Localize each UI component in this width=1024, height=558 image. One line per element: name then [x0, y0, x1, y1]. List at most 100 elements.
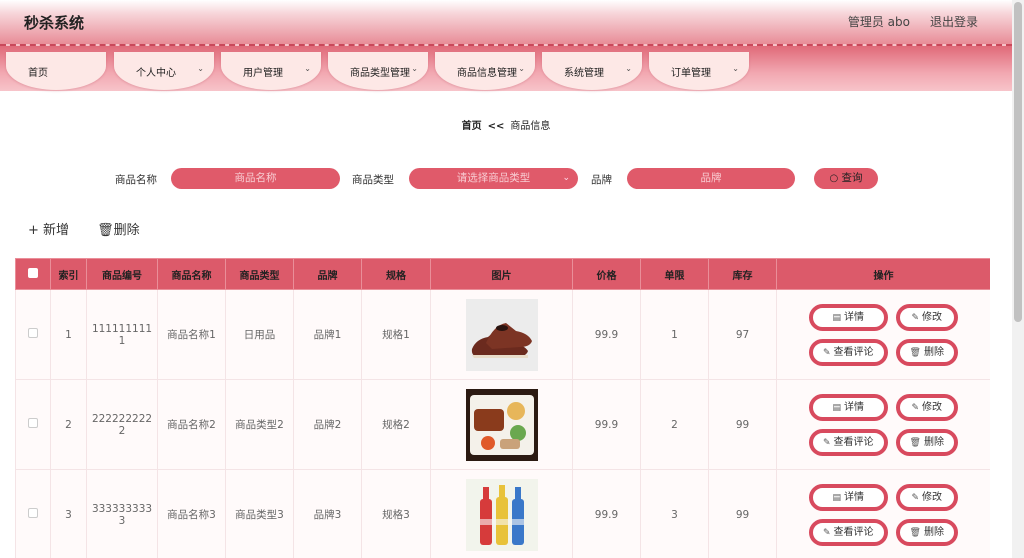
- view-comments-button[interactable]: ✎ 查看评论: [809, 338, 888, 366]
- table-row: 2 222222222 2 商品名称2 商品类型2 品牌2 规格2 99.9 2…: [15, 379, 990, 470]
- chevron-down-icon: ⌄: [197, 64, 204, 73]
- code-line: 222222222: [91, 412, 153, 425]
- action-bar: + 新增 🗑删除: [28, 219, 140, 238]
- edit-label: 修改: [922, 491, 943, 503]
- header-price: 价格: [572, 258, 641, 290]
- edit-button[interactable]: ✎ 修改: [895, 393, 958, 421]
- product-image-bento: [465, 388, 538, 461]
- header-stock: 库存: [708, 258, 777, 290]
- header-user-area: 管理员 abo 退出登录: [848, 13, 978, 30]
- breadcrumb-home[interactable]: 首页: [462, 121, 482, 132]
- user-label: 管理员 abo: [847, 15, 910, 29]
- cell-price: 99.9: [572, 469, 641, 558]
- row-checkbox[interactable]: [28, 328, 38, 338]
- view-comments-button[interactable]: ✎ 查看评论: [809, 428, 888, 456]
- page-scrollbar[interactable]: [1012, 0, 1024, 558]
- add-label: 新增: [43, 223, 70, 238]
- cell-ops: ▤ 详情 ✎ 修改 ✎ 查看评论 🗑 删除: [776, 379, 990, 470]
- header-type: 商品类型: [225, 258, 294, 290]
- chevron-down-icon: ⌄: [562, 173, 570, 183]
- row-checkbox[interactable]: [28, 508, 38, 518]
- header-spec: 规格: [361, 258, 431, 290]
- delete-button[interactable]: 🗑 删除: [895, 428, 958, 456]
- trash-icon: 🗑: [909, 527, 921, 538]
- trash-icon: 🗑: [909, 437, 921, 448]
- nav-item-label: 用户管理: [243, 68, 283, 79]
- nav-item-label: 商品信息管理: [457, 68, 517, 79]
- nav-item-system-management[interactable]: 系统管理 ⌄: [542, 52, 642, 90]
- query-label: 查询: [841, 172, 863, 184]
- product-image-shoes: [465, 298, 538, 371]
- code-line: 3: [118, 514, 126, 527]
- nav-item-label: 订单管理: [671, 68, 711, 79]
- code-line: 1: [118, 334, 126, 347]
- row-checkbox[interactable]: [28, 418, 38, 428]
- view-comments-button[interactable]: ✎ 查看评论: [809, 518, 888, 546]
- search-icon: ○: [829, 173, 839, 184]
- product-name-input[interactable]: 商品名称: [171, 168, 340, 189]
- comments-label: 查看评论: [833, 346, 874, 358]
- type-select-placeholder: 请选择商品类型: [456, 172, 531, 184]
- bulk-delete-button[interactable]: 🗑删除: [97, 219, 140, 238]
- edit-button[interactable]: ✎ 修改: [895, 303, 958, 331]
- product-type-select[interactable]: 请选择商品类型 ⌄: [409, 168, 578, 189]
- header-code: 商品编号: [86, 258, 158, 290]
- cell-code: 333333333 3: [86, 469, 158, 558]
- select-all-checkbox-cell: [15, 258, 51, 290]
- product-table-wrap: 索引 商品编号 商品名称 商品类型 品牌 规格 图片 价格 单限 库存 操作 1…: [15, 258, 990, 558]
- logout-link[interactable]: 退出登录: [930, 13, 978, 30]
- detail-button[interactable]: ▤ 详情: [809, 303, 888, 331]
- nav-item-personal-center[interactable]: 个人中心 ⌄: [114, 52, 214, 90]
- chevron-down-icon: ⌄: [625, 64, 632, 73]
- nav-item-product-info-management[interactable]: 商品信息管理 ⌄: [435, 52, 535, 90]
- cell-spec: 规格1: [361, 289, 431, 380]
- nav-item-label: 系统管理: [564, 68, 604, 79]
- nav-item-home[interactable]: 首页: [6, 52, 106, 90]
- pencil-icon: ✎: [911, 402, 920, 413]
- delete-button[interactable]: 🗑 删除: [895, 518, 958, 546]
- document-icon: ▤: [832, 312, 842, 323]
- query-button[interactable]: ○ 查询: [814, 168, 878, 189]
- header-ops: 操作: [776, 258, 990, 290]
- select-all-checkbox[interactable]: [28, 267, 38, 278]
- cell-ops: ▤ 详情 ✎ 修改 ✎ 查看评论 🗑 删除: [776, 289, 990, 380]
- cell-name: 商品名称1: [157, 289, 226, 380]
- document-icon: ▤: [832, 402, 842, 413]
- cell-code: 222222222 2: [86, 379, 158, 470]
- cell-price: 99.9: [572, 379, 641, 470]
- pencil-icon: ✎: [823, 527, 831, 538]
- cell-name: 商品名称3: [157, 469, 226, 558]
- nav-item-product-type-management[interactable]: 商品类型管理 ⌄: [328, 52, 428, 90]
- delete-label: 删除: [113, 223, 140, 238]
- chevron-down-icon: ⌄: [518, 64, 525, 73]
- edit-label: 修改: [922, 311, 943, 323]
- detail-label: 详情: [844, 401, 865, 413]
- add-button[interactable]: + 新增: [28, 219, 69, 238]
- header-brand: 品牌: [293, 258, 362, 290]
- trash-icon: 🗑: [909, 347, 921, 358]
- table-row: 3 333333333 3 商品名称3 商品类型3 品牌3 规格3 99.9 3…: [15, 469, 990, 558]
- delete-button[interactable]: 🗑 删除: [895, 338, 958, 366]
- brand-input[interactable]: 品牌: [627, 168, 795, 189]
- detail-button[interactable]: ▤ 详情: [809, 393, 888, 421]
- cell-price: 99.9: [572, 289, 641, 380]
- detail-button[interactable]: ▤ 详情: [809, 483, 888, 511]
- product-image-bottles: [465, 478, 538, 551]
- cell-limit: 2: [640, 379, 709, 470]
- detail-label: 详情: [844, 311, 865, 323]
- row-checkbox-cell: [15, 469, 51, 558]
- nav-item-user-management[interactable]: 用户管理 ⌄: [221, 52, 321, 90]
- delete-label: 删除: [923, 436, 944, 448]
- page: 秒杀系统 管理员 abo 退出登录 首页 个人中心 ⌄ 用户管理 ⌄ 商品类型管理 ⌄…: [0, 0, 1024, 558]
- cell-limit: 1: [640, 289, 709, 380]
- chevron-down-icon: ⌄: [411, 64, 418, 73]
- scrollbar-thumb[interactable]: [1014, 2, 1022, 322]
- breadcrumb-current: 商品信息: [510, 121, 551, 132]
- cell-limit: 3: [640, 469, 709, 558]
- nav-item-label: 商品类型管理: [350, 68, 410, 79]
- product-table: 索引 商品编号 商品名称 商品类型 品牌 规格 图片 价格 单限 库存 操作 1…: [15, 258, 990, 558]
- edit-button[interactable]: ✎ 修改: [895, 483, 958, 511]
- pencil-icon: ✎: [911, 312, 920, 323]
- cell-brand: 品牌2: [293, 379, 362, 470]
- nav-item-order-management[interactable]: 订单管理 ⌄: [649, 52, 749, 90]
